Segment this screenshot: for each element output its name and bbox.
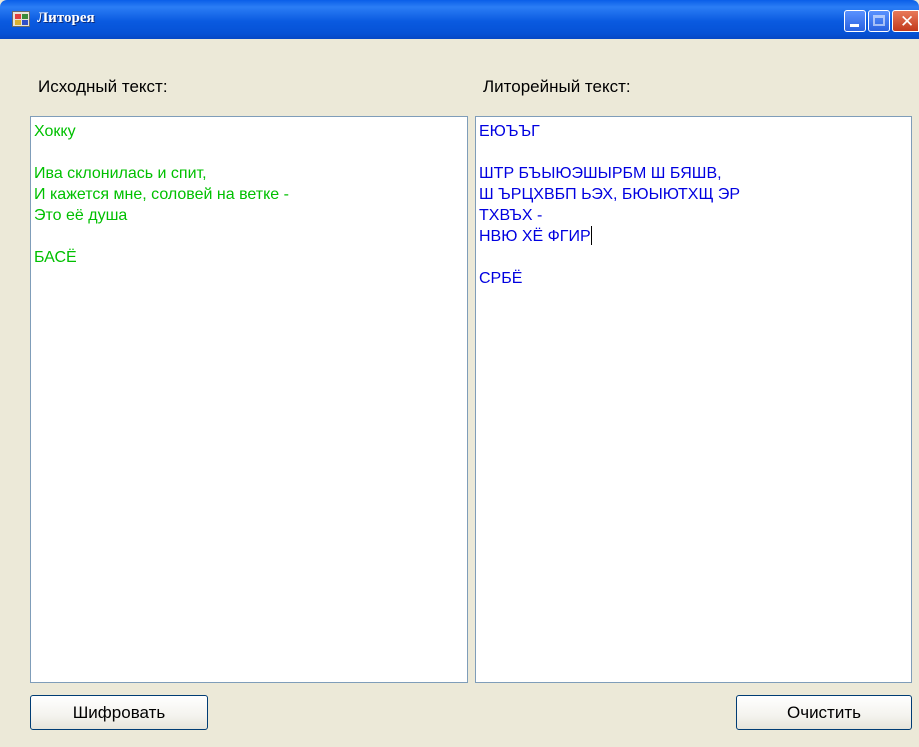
encrypt-button[interactable]: Шифровать — [30, 695, 208, 730]
result-text-before-caret: ЕЮЪЪГ ШТР БЪЫЮЭШЫРБМ Ш БЯШВ, Ш ЪРЦХВБП Ь… — [479, 123, 741, 245]
maximize-button[interactable] — [868, 10, 890, 32]
text-caret — [590, 226, 592, 245]
maximize-icon — [873, 15, 885, 26]
source-text-area[interactable]: Хокку Ива склонилась и спит, И кажется м… — [30, 116, 468, 683]
result-text-area[interactable]: ЕЮЪЪГ ШТР БЪЫЮЭШЫРБМ Ш БЯШВ, Ш ЪРЦХВБП Ь… — [475, 116, 912, 683]
window-title: Литорея — [37, 10, 95, 26]
result-text-label: Литорейный текст: — [483, 77, 631, 96]
app-window-icon — [12, 11, 30, 27]
close-icon: ✕ — [900, 12, 915, 32]
result-text-after-caret: СРБЁ — [479, 270, 523, 287]
clear-button[interactable]: Очистить — [736, 695, 912, 730]
source-text-label: Исходный текст: — [38, 77, 168, 96]
close-button[interactable]: ✕ — [892, 10, 919, 32]
title-bar[interactable]: Литорея ✕ — [0, 0, 919, 39]
minimize-button[interactable] — [844, 10, 866, 32]
minimize-icon — [850, 24, 859, 27]
app-window: Литорея ✕ Исходный текст: Литорейный тек… — [0, 0, 919, 747]
